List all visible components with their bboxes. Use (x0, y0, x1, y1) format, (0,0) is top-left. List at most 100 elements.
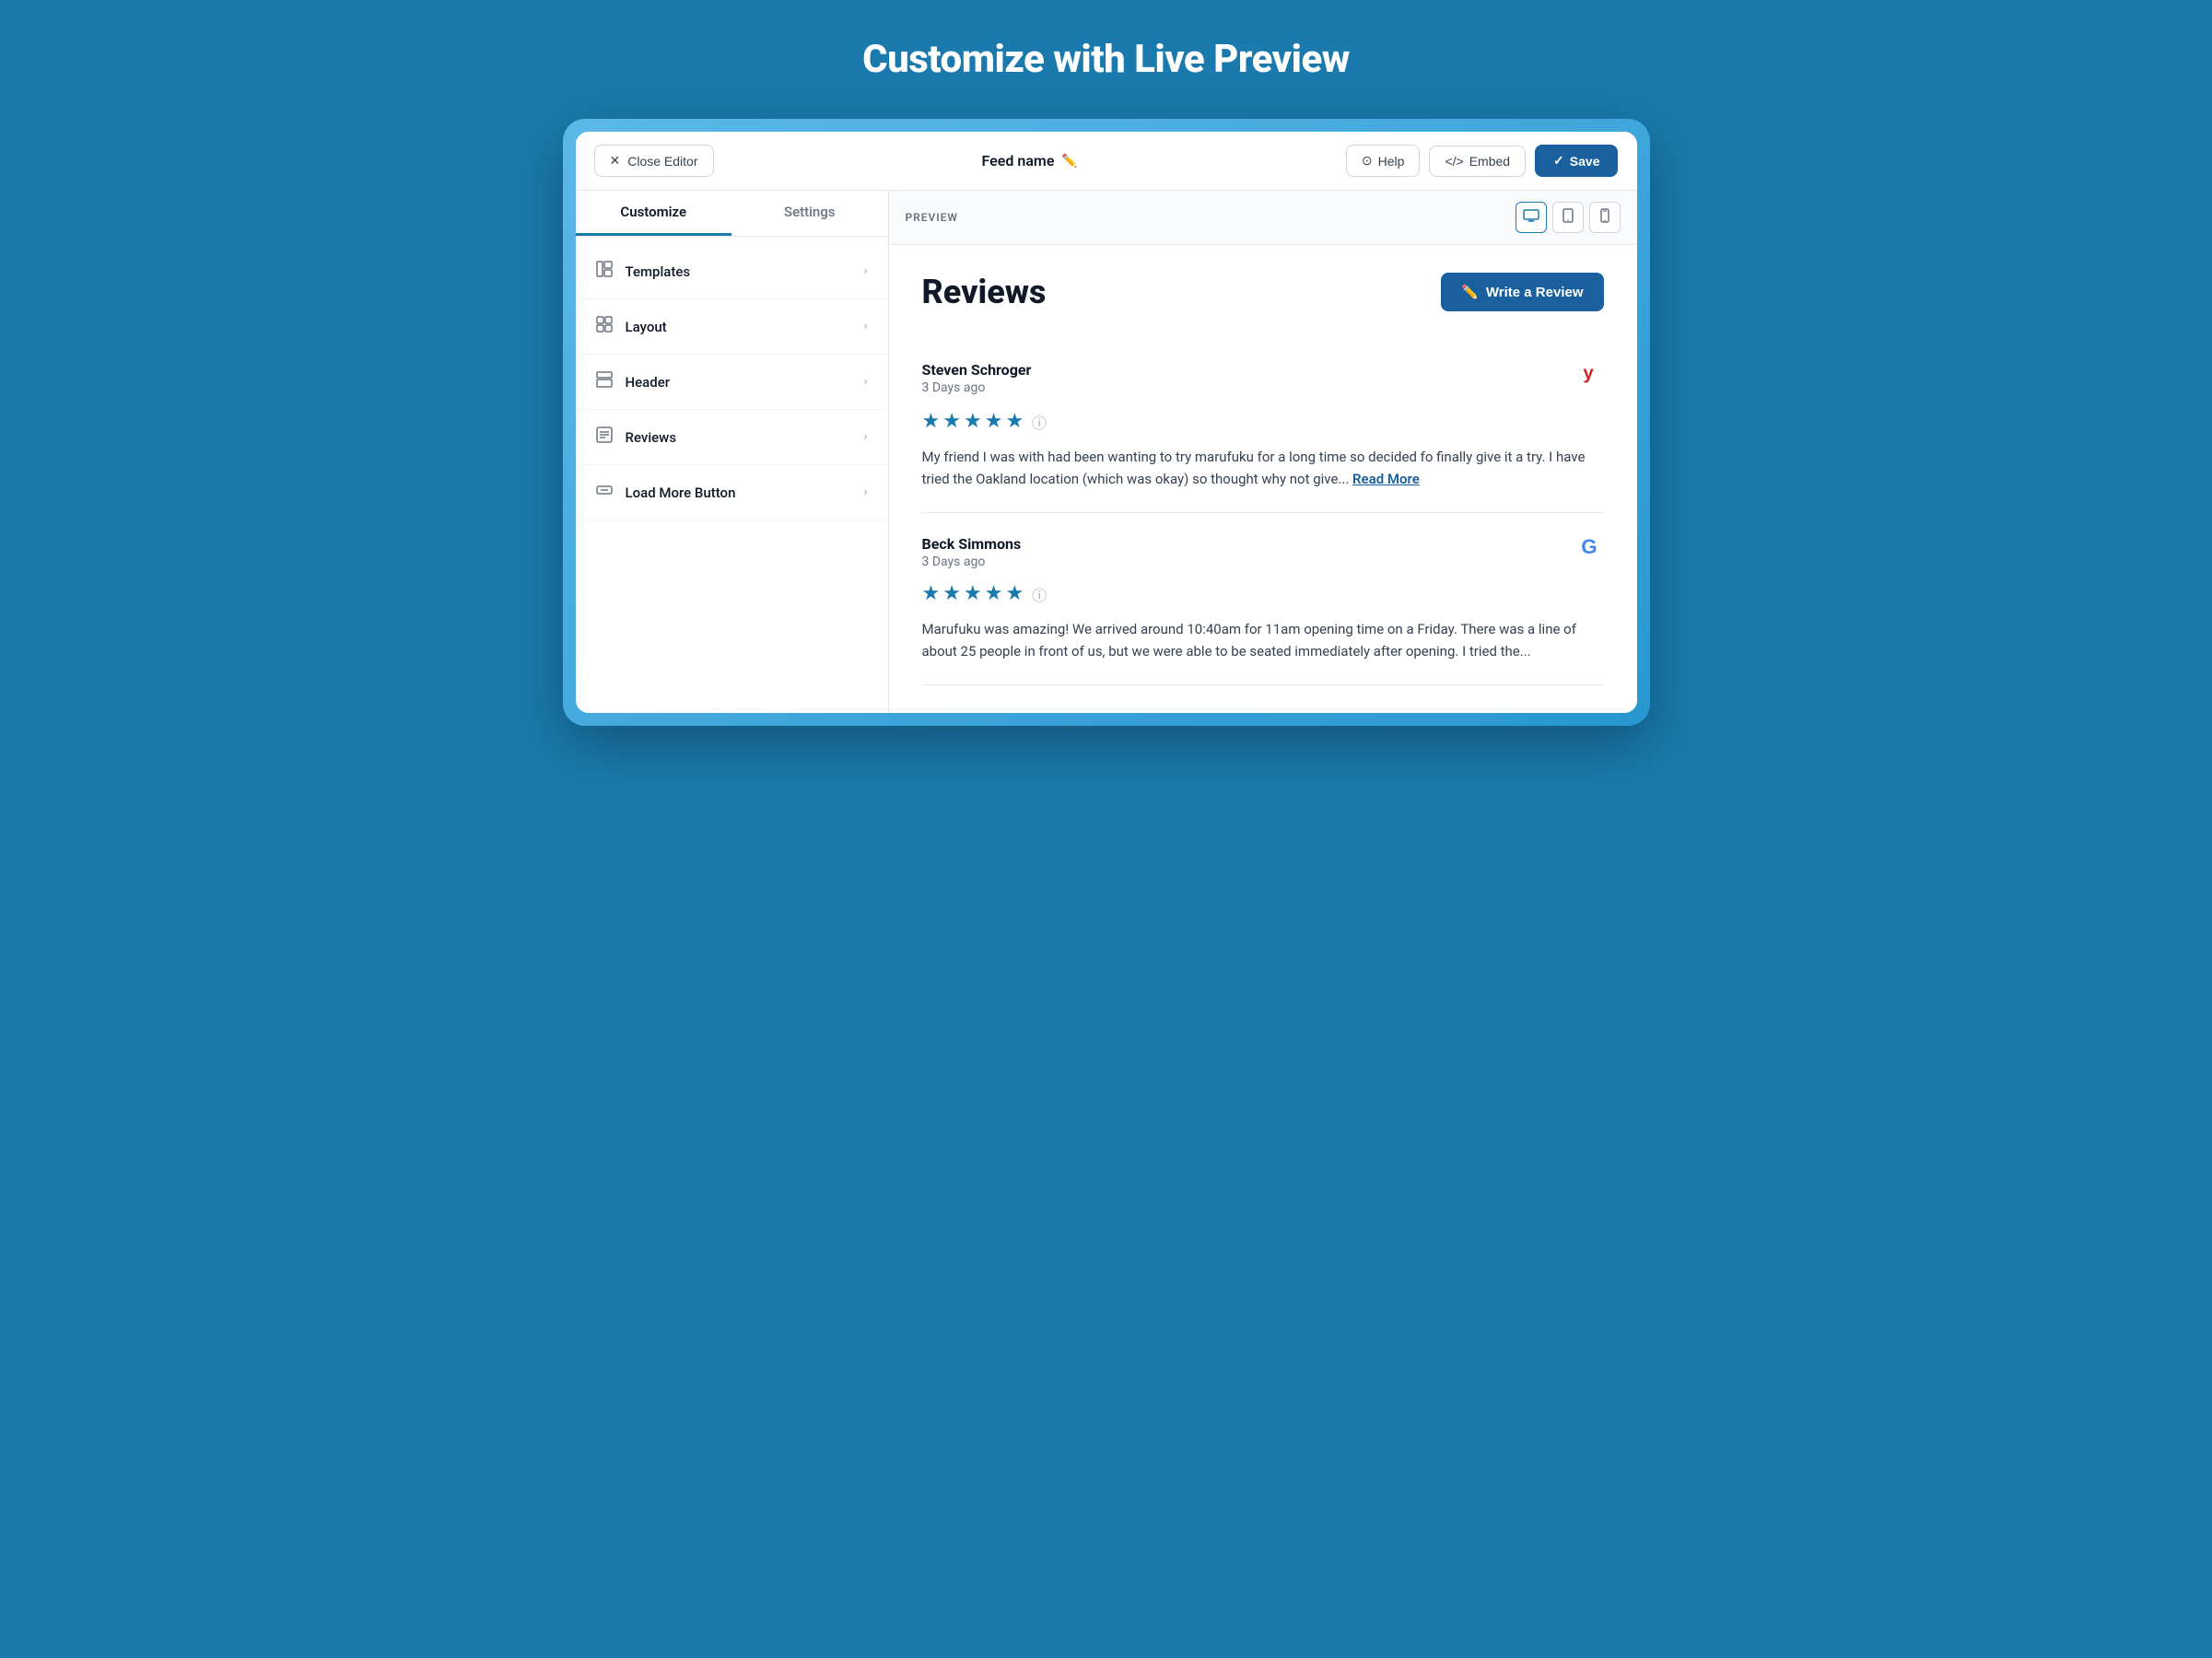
star-1-5: ★ (1005, 410, 1024, 433)
load-more-label: Load More Button (626, 485, 736, 501)
tab-settings[interactable]: Settings (731, 191, 888, 236)
reviews-label: Reviews (626, 429, 677, 446)
star-2-1: ★ (922, 582, 941, 605)
star-2-3: ★ (964, 582, 982, 605)
layout-icon (596, 261, 613, 282)
star-2-4: ★ (985, 582, 1003, 605)
reviews-chevron-icon: › (864, 430, 868, 444)
star-2-5: ★ (1005, 582, 1024, 605)
review-date-2: 3 Days ago (922, 555, 1022, 569)
sidebar-item-templates[interactable]: Templates › (576, 244, 888, 299)
grid-icon (596, 316, 613, 337)
header-chevron-icon: › (864, 375, 868, 389)
svg-text:G: G (1581, 535, 1597, 558)
save-button[interactable]: ✓ Save (1535, 145, 1618, 177)
close-editor-label: Close Editor (627, 154, 697, 169)
sidebar-item-header-left: Header (596, 371, 671, 392)
tablet-view-button[interactable] (1552, 202, 1584, 233)
sidebar-item-load-more-button[interactable]: Load More Button › (576, 465, 888, 520)
save-label: Save (1570, 154, 1600, 169)
device-buttons (1516, 202, 1621, 233)
tab-customize-label: Customize (620, 204, 686, 220)
templates-label: Templates (626, 263, 691, 280)
close-icon: ✕ (610, 153, 621, 169)
close-editor-button[interactable]: ✕ Close Editor (594, 145, 714, 177)
review-card-1: Steven Schroger 3 Days ago y (922, 339, 1604, 513)
desktop-view-button[interactable] (1516, 202, 1547, 233)
header-icon (596, 371, 613, 392)
sidebar-item-templates-left: Templates (596, 261, 691, 282)
embed-button[interactable]: </> Embed (1429, 146, 1526, 177)
feed-name-text: Feed name (982, 152, 1055, 169)
write-review-label: Write a Review (1486, 285, 1584, 300)
preview-content: Reviews ✏️ Write a Review Steven Schroge… (889, 245, 1637, 713)
star-2-2: ★ (942, 582, 961, 605)
sidebar-menu: Templates › (576, 237, 888, 528)
stars-1: ★ ★ ★ ★ ★ ⓘ (922, 410, 1604, 433)
sidebar: Customize Settings (576, 191, 889, 713)
templates-chevron-icon: › (864, 264, 868, 278)
info-icon-1: ⓘ (1032, 411, 1047, 433)
reviewer-name-1: Steven Schroger (922, 361, 1032, 379)
sidebar-tabs: Customize Settings (576, 191, 888, 237)
embed-label: Embed (1469, 154, 1510, 169)
edit-icon: ✏️ (1061, 154, 1077, 169)
feed-name-display[interactable]: Feed name ✏️ (982, 152, 1078, 169)
pencil-icon: ✏️ (1461, 284, 1479, 300)
top-bar-right: ⊙ Help </> Embed ✓ Save (1346, 145, 1619, 177)
button-icon (596, 482, 613, 503)
reviewer-info-2: Beck Simmons 3 Days ago (922, 535, 1022, 569)
star-1-3: ★ (964, 410, 982, 433)
star-1-1: ★ (922, 410, 941, 433)
google-icon: G (1574, 535, 1604, 571)
sidebar-item-reviews-left: Reviews (596, 426, 677, 448)
load-more-chevron-icon: › (864, 485, 868, 499)
check-icon: ✓ (1553, 153, 1564, 169)
editor-container: ✕ Close Editor Feed name ✏️ ⊙ Help </> E… (576, 132, 1637, 713)
sidebar-item-reviews[interactable]: Reviews › (576, 410, 888, 465)
desktop-icon (1523, 209, 1539, 227)
list-icon (596, 426, 613, 448)
layout-label: Layout (626, 319, 667, 335)
preview-area: PREVIEW (889, 191, 1637, 713)
review-text-1: My friend I was with had been wanting to… (922, 446, 1604, 490)
review-top-2: Beck Simmons 3 Days ago G (922, 535, 1604, 571)
tab-settings-label: Settings (784, 204, 836, 220)
help-icon: ⊙ (1362, 153, 1373, 169)
sidebar-item-layout-left: Layout (596, 316, 667, 337)
layout-chevron-icon: › (864, 320, 868, 333)
read-more-1[interactable]: Read More (1352, 471, 1420, 487)
stars-2: ★ ★ ★ ★ ★ ⓘ (922, 582, 1604, 605)
help-label: Help (1378, 154, 1405, 169)
star-1-4: ★ (985, 410, 1003, 433)
review-top-1: Steven Schroger 3 Days ago y (922, 361, 1604, 399)
editor-wrapper: ✕ Close Editor Feed name ✏️ ⊙ Help </> E… (563, 119, 1650, 726)
reviewer-name-2: Beck Simmons (922, 535, 1022, 553)
info-icon-2: ⓘ (1032, 583, 1047, 605)
header-label: Header (626, 374, 671, 391)
page-title: Customize with Live Preview (862, 37, 1350, 82)
yelp-icon: y (1573, 361, 1604, 399)
write-review-button[interactable]: ✏️ Write a Review (1441, 273, 1603, 311)
mobile-view-button[interactable] (1589, 202, 1621, 233)
sidebar-item-load-more-left: Load More Button (596, 482, 736, 503)
review-text-2: Marufuku was amazing! We arrived around … (922, 618, 1604, 662)
svg-text:y: y (1583, 364, 1594, 384)
star-1-2: ★ (942, 410, 961, 433)
review-card-2: Beck Simmons 3 Days ago G (922, 513, 1604, 685)
reviews-widget-title: Reviews (922, 273, 1047, 311)
top-bar: ✕ Close Editor Feed name ✏️ ⊙ Help </> E… (576, 132, 1637, 191)
tab-customize[interactable]: Customize (576, 191, 732, 236)
preview-label: PREVIEW (906, 211, 958, 224)
mobile-icon (1600, 208, 1609, 228)
tablet-icon (1562, 208, 1574, 228)
sidebar-item-layout[interactable]: Layout › (576, 299, 888, 355)
preview-header: PREVIEW (889, 191, 1637, 245)
reviewer-info-1: Steven Schroger 3 Days ago (922, 361, 1032, 395)
reviews-header: Reviews ✏️ Write a Review (922, 273, 1604, 311)
main-content: Customize Settings (576, 191, 1637, 713)
review-date-1: 3 Days ago (922, 380, 1032, 395)
sidebar-item-header[interactable]: Header › (576, 355, 888, 410)
code-icon: </> (1445, 154, 1463, 169)
help-button[interactable]: ⊙ Help (1346, 145, 1421, 177)
